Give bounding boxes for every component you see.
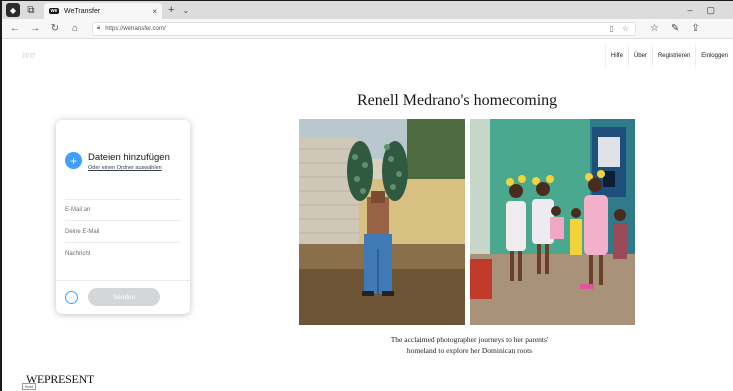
address-bar: ← → ↻ ⌂ 🔒︎ https://wetransfer.com/ ▯ ☆ ☆… [2, 19, 733, 39]
more-options-icon[interactable]: ··· [65, 291, 78, 304]
top-navigation: Hilfe Über Registrieren Einloggen [604, 45, 733, 67]
photo-man-foliage [299, 119, 465, 325]
message-placeholder: Nachricht [65, 251, 91, 257]
back-arrow-icon[interactable]: ← [8, 22, 22, 36]
home-icon[interactable]: ⌂ [68, 22, 82, 36]
forward-arrow-icon[interactable]: → [28, 22, 42, 36]
add-files-plus-icon[interactable]: + [65, 152, 82, 169]
feature-photo-right[interactable] [470, 119, 635, 325]
maximize-button[interactable]: ▢ [706, 5, 715, 16]
tab-actions-icon[interactable]: ⧉ [24, 3, 38, 17]
lock-icon: 🔒︎ [97, 25, 101, 31]
pen-icon[interactable]: ✎ [671, 23, 679, 34]
tab-close-icon[interactable]: × [152, 7, 157, 16]
add-folder-link[interactable]: Oder einen Ordner auswählen [88, 165, 162, 171]
photo-girls-street [470, 119, 635, 325]
feature-caption: The acclaimed photographer journeys to h… [357, 334, 582, 356]
tab-wetransfer[interactable]: we WeTransfer × [44, 3, 162, 19]
feature-headline[interactable]: Renell Medrano's homecoming [357, 92, 557, 110]
favorite-star-icon[interactable]: ☆ [622, 24, 629, 33]
your-email-placeholder: Deine E-Mail [65, 228, 100, 235]
caption-line-2: homeland to explore her Dominican roots [406, 346, 533, 355]
app-menu-icon[interactable]: ◆ [6, 3, 20, 17]
add-files-label[interactable]: Dateien hinzufügen [88, 152, 170, 163]
wepresent-read-badge[interactable]: Read [22, 383, 36, 390]
nav-register[interactable]: Registrieren [651, 45, 695, 67]
reading-view-icon[interactable]: ▯ [609, 24, 613, 33]
minimize-button[interactable]: – [687, 5, 692, 16]
share-icon[interactable]: ⇪ [691, 23, 699, 34]
tab-list-button[interactable]: ⌄ [182, 6, 189, 15]
web-page: we Hilfe Über Registrieren Einloggen Ren… [2, 40, 733, 391]
message-field[interactable]: Nachricht [65, 243, 181, 265]
card-divider [56, 280, 190, 281]
caption-line-1: The acclaimed photographer journeys to h… [390, 335, 549, 344]
send-button[interactable]: Senden [88, 288, 160, 306]
nav-login[interactable]: Einloggen [695, 45, 733, 67]
your-email-field[interactable]: Deine E-Mail [65, 221, 181, 243]
nav-help[interactable]: Hilfe [604, 45, 628, 67]
wetransfer-logo[interactable]: we [22, 50, 36, 61]
tab-title: WeTransfer [64, 7, 101, 15]
email-to-field[interactable]: E-Mail an [65, 199, 181, 221]
url-field[interactable]: 🔒︎ https://wetransfer.com/ ▯ ☆ [92, 21, 636, 36]
favorites-list-icon[interactable]: ☆ [650, 23, 659, 34]
tab-bar: ◆ ⧉ we WeTransfer × + ⌄ – ▢ [2, 1, 733, 19]
feature-photo-left[interactable] [299, 119, 465, 325]
email-to-placeholder: E-Mail an [65, 207, 91, 213]
new-tab-button[interactable]: + [168, 4, 174, 16]
upload-card: + Dateien hinzufügen Oder einen Ordner a… [56, 120, 190, 314]
reload-icon[interactable]: ↻ [48, 22, 62, 36]
nav-about[interactable]: Über [627, 45, 652, 67]
wetransfer-favicon-icon: we [49, 8, 59, 14]
url-text: https://wetransfer.com/ [105, 25, 166, 32]
wepresent-logo[interactable]: WEPRESENT [26, 372, 94, 387]
